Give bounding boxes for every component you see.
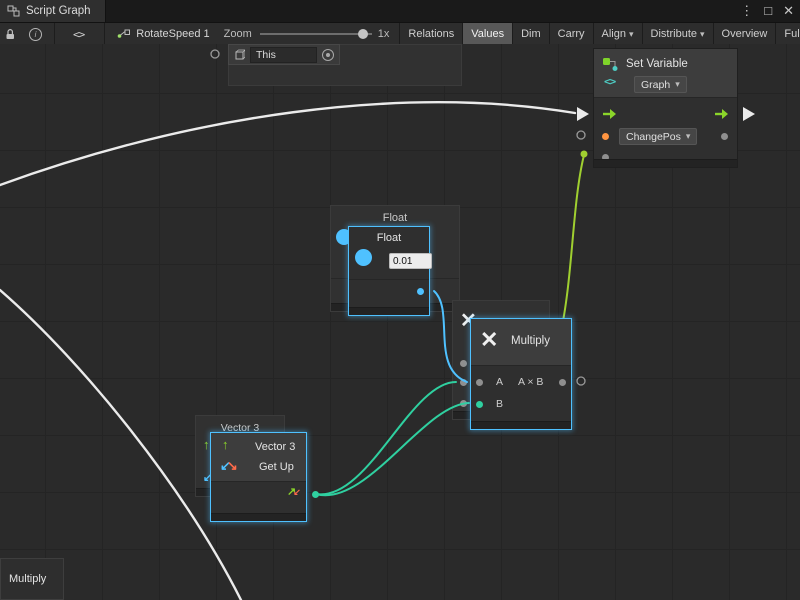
value-wire-vector-b[interactable] — [316, 403, 469, 495]
wire-end-dot[interactable] — [581, 151, 588, 158]
graph-breadcrumb-icon — [117, 23, 131, 45]
separator — [54, 23, 55, 45]
float-node[interactable]: Float — [348, 226, 430, 316]
flow-input-port[interactable] — [602, 108, 617, 120]
window-tab-bar: Script Graph ⋮ □ ✕ — [0, 0, 800, 22]
variable-value-port[interactable] — [602, 133, 609, 140]
input-a-label: A — [496, 376, 503, 388]
input-a-port[interactable] — [476, 379, 483, 386]
node-title: Multiply — [511, 335, 550, 347]
tab-title: Script Graph — [26, 5, 91, 17]
separator — [104, 23, 105, 45]
lock-icon[interactable] — [5, 23, 16, 45]
up-arrow-icon: ↑ — [222, 438, 229, 451]
flow-arrow-out[interactable] — [743, 107, 755, 121]
input-b-port[interactable] — [476, 401, 483, 408]
cube-icon — [234, 49, 245, 60]
vector-output-port[interactable] — [312, 491, 319, 498]
unconnected-port[interactable] — [577, 131, 585, 139]
dim-button[interactable]: Dim — [512, 23, 549, 45]
set-variable-icon — [602, 56, 620, 72]
carry-button[interactable]: Carry — [549, 23, 593, 45]
node-title: Set Variable — [626, 58, 688, 70]
toolbar-buttons: Relations Values Dim Carry Align▾ Distri… — [399, 23, 800, 45]
zoom-label: Zoom — [224, 28, 252, 40]
node-title: Vector 3 — [255, 441, 295, 453]
flow-wire[interactable] — [0, 102, 575, 185]
float-type-icon — [355, 249, 372, 266]
operation-label: Get Up — [259, 461, 294, 473]
values-button[interactable]: Values — [462, 23, 512, 45]
flow-wire[interactable] — [0, 290, 241, 600]
axes-icon: ↙↘ — [220, 459, 238, 472]
tab-script-graph[interactable]: Script Graph — [0, 0, 106, 22]
align-button[interactable]: Align▾ — [593, 23, 642, 45]
distribute-button[interactable]: Distribute▾ — [642, 23, 713, 45]
flow-arrow-in[interactable] — [577, 107, 589, 121]
value-wire-result[interactable] — [560, 155, 584, 336]
multiply-node[interactable]: ✕ Multiply A A × B B — [470, 318, 572, 430]
zoom-slider[interactable] — [260, 23, 372, 45]
maximize-icon[interactable]: □ — [764, 0, 772, 22]
value-wire-float[interactable] — [434, 291, 467, 382]
overview-button[interactable]: Overview — [713, 23, 776, 45]
variable-scope-dropdown[interactable]: Graph ▾ — [634, 76, 687, 93]
graph-canvas[interactable]: Float ✕ Vector 3 ↑ ↙ — [0, 44, 800, 600]
chevron-down-icon: ▾ — [675, 79, 680, 90]
graph-breadcrumb[interactable]: RotateSpeed 1 — [136, 28, 209, 40]
graph-scope-icon: <> — [604, 75, 615, 88]
float-value-field[interactable] — [389, 253, 432, 269]
this-label-field: This — [250, 47, 317, 63]
info-icon[interactable]: i — [29, 23, 42, 45]
kebab-menu-icon[interactable]: ⋮ — [740, 0, 753, 22]
this-node[interactable]: This — [228, 44, 340, 65]
vector3-get-up-node[interactable]: ↑ Vector 3 ↙↘ Get Up ↗↙ — [210, 432, 307, 522]
unconnected-port[interactable] — [211, 50, 219, 58]
value-wire-vector-a[interactable] — [316, 382, 456, 494]
output-value-port[interactable] — [721, 133, 728, 140]
chevron-down-icon: ▾ — [686, 131, 691, 142]
zoom-slider-track[interactable] — [260, 33, 372, 35]
output-label: A × B — [518, 376, 543, 388]
variable-name-dropdown[interactable]: ChangePos ▾ — [619, 128, 697, 145]
zoom-value: 1x — [378, 28, 390, 40]
zoom-slider-handle[interactable] — [358, 29, 368, 39]
chevron-down-icon: ▾ — [700, 24, 705, 45]
vector-output-icon: ↗↙ — [287, 486, 301, 499]
script-graph-icon — [7, 5, 20, 17]
float-output-port[interactable] — [417, 288, 424, 295]
full-screen-button[interactable]: Full Screen — [775, 23, 800, 45]
output-port[interactable] — [559, 379, 566, 386]
code-view-icon[interactable]: <> — [73, 23, 84, 45]
set-variable-node[interactable]: Set Variable <> Graph ▾ ChangePos ▾ — [593, 48, 738, 168]
input-b-label: B — [496, 398, 503, 410]
multiply-icon: ✕ — [480, 327, 498, 353]
close-icon[interactable]: ✕ — [783, 0, 794, 22]
chevron-down-icon: ▾ — [629, 24, 634, 45]
graph-toolbar: i <> RotateSpeed 1 Zoom 1x Relations Val… — [0, 22, 800, 46]
this-output-port[interactable] — [322, 49, 334, 61]
window-controls: ⋮ □ ✕ — [740, 0, 794, 22]
node-title: Float — [349, 232, 429, 244]
unconnected-port[interactable] — [577, 377, 585, 385]
flow-output-port[interactable] — [714, 108, 729, 120]
relations-button[interactable]: Relations — [399, 23, 462, 45]
